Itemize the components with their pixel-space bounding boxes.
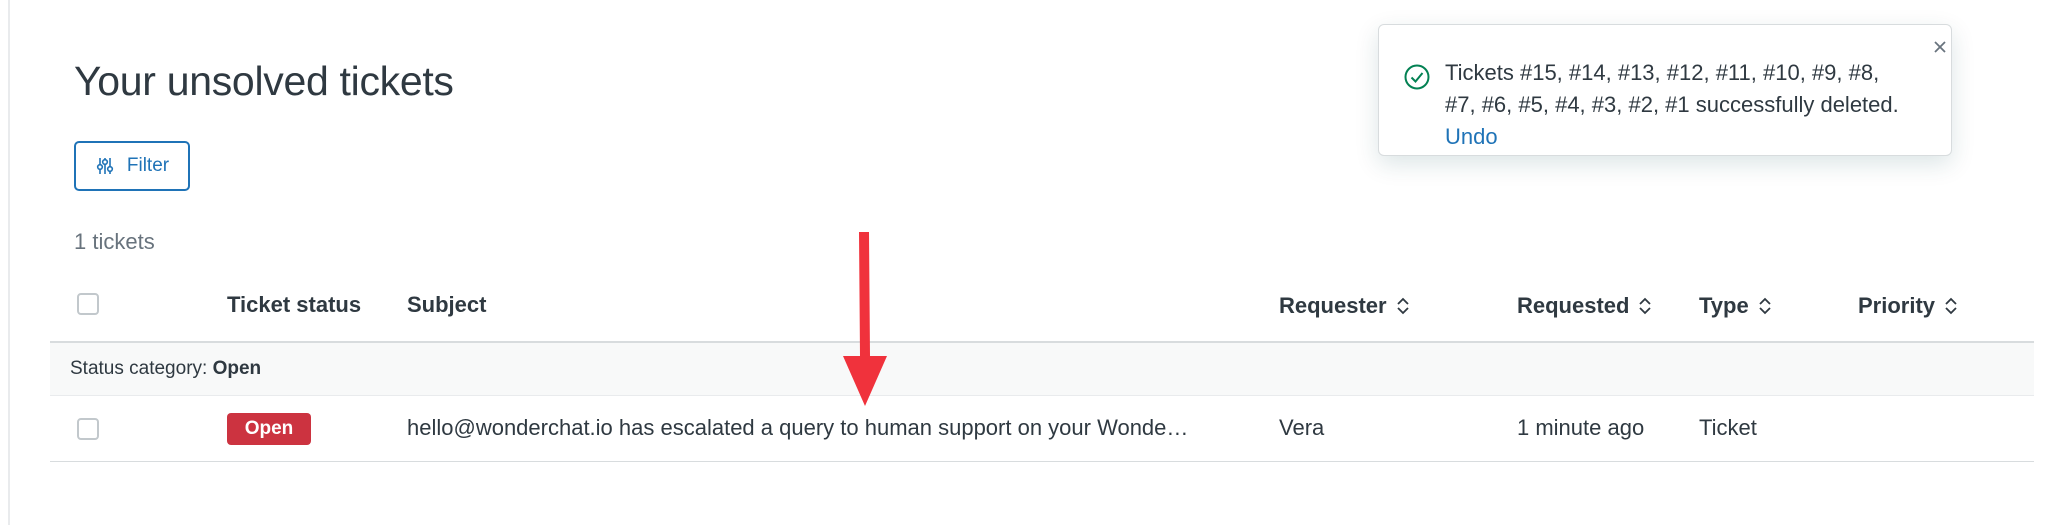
- status-group-label: Status category: Open: [70, 358, 262, 379]
- sort-chevrons-icon: [1639, 297, 1652, 315]
- sliders-icon: [96, 158, 113, 174]
- page-title: Your unsolved tickets: [74, 58, 454, 104]
- select-all-checkbox[interactable]: [77, 293, 99, 315]
- status-group-row: [50, 343, 2034, 396]
- left-border: [8, 0, 10, 525]
- undo-link[interactable]: Undo: [1445, 124, 1498, 149]
- ticket-type: Ticket: [1699, 415, 1757, 440]
- column-header-priority[interactable]: Priority: [1858, 293, 1959, 319]
- check-circle-icon: [1404, 64, 1430, 90]
- column-header-type[interactable]: Type: [1699, 293, 1773, 319]
- ticket-requested-time: 1 minute ago: [1517, 415, 1645, 440]
- sort-chevrons-icon: [1759, 297, 1771, 315]
- column-header-ticket-status[interactable]: Ticket status: [227, 292, 361, 318]
- red-arrow-icon: [843, 232, 887, 406]
- filter-button-label: Filter: [126, 155, 170, 176]
- sort-chevrons-icon: [1396, 297, 1409, 315]
- filter-button[interactable]: Filter: [74, 141, 190, 191]
- column-header-requester[interactable]: Requester: [1279, 293, 1411, 319]
- sort-chevrons-icon: [1945, 297, 1957, 315]
- row-divider: [50, 461, 2034, 462]
- ticket-subject-link[interactable]: hello@wonderchat.io has escalated a quer…: [407, 415, 1237, 441]
- column-header-requested[interactable]: Requested: [1517, 293, 1653, 319]
- column-header-subject[interactable]: Subject: [407, 292, 486, 318]
- deleted-tickets-toast: Tickets #15, #14, #13, #12, #11, #10, #9…: [1378, 24, 1952, 156]
- toast-message: Tickets #15, #14, #13, #12, #11, #10, #9…: [1445, 60, 1899, 149]
- row-checkbox[interactable]: [77, 418, 99, 440]
- status-badge: Open: [227, 413, 311, 445]
- ticket-requester[interactable]: Vera: [1279, 415, 1324, 441]
- close-icon[interactable]: [1932, 39, 1948, 55]
- ticket-count: 1 tickets: [74, 229, 155, 254]
